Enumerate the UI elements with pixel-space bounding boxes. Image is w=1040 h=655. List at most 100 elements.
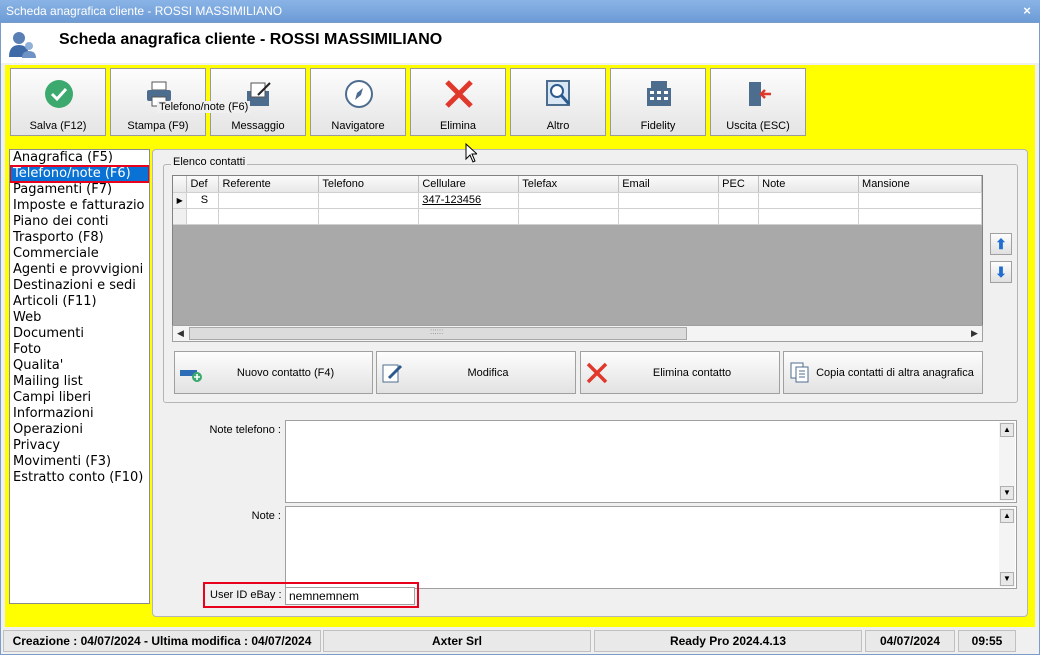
cell-note[interactable] bbox=[758, 192, 860, 209]
ebay-user-input[interactable] bbox=[285, 587, 415, 605]
nav-item-destinazioni[interactable]: Destinazioni e sedi bbox=[10, 278, 149, 294]
nav-item-informazioni[interactable]: Informazioni bbox=[10, 406, 149, 422]
print-label: Stampa (F9) bbox=[127, 120, 189, 132]
nav-item-mailing[interactable]: Mailing list bbox=[10, 374, 149, 390]
edit-contact-label: Modifica bbox=[467, 367, 509, 379]
note-telefono-label: Note telefono : bbox=[209, 424, 281, 436]
cell-def[interactable]: S bbox=[186, 192, 220, 209]
scroll-left-icon[interactable]: ◀ bbox=[173, 326, 188, 341]
nav-item-telefono[interactable]: Telefono/note (F6) bbox=[10, 165, 149, 183]
nav-item-piano-conti[interactable]: Piano dei conti bbox=[10, 214, 149, 230]
exit-label: Uscita (ESC) bbox=[726, 120, 790, 132]
col-email[interactable]: Email bbox=[618, 176, 720, 193]
mouse-cursor-icon bbox=[465, 143, 477, 163]
note-label: Note : bbox=[251, 510, 281, 522]
col-cellulare[interactable]: Cellulare bbox=[418, 176, 520, 193]
new-contact-button[interactable]: Nuovo contatto (F4) bbox=[174, 351, 373, 394]
col-pec[interactable]: PEC bbox=[718, 176, 760, 193]
nav-item-commerciale[interactable]: Commerciale bbox=[10, 246, 149, 262]
status-date: 04/07/2024 bbox=[865, 630, 955, 652]
scroll-thumb[interactable]: :::::: bbox=[189, 327, 687, 340]
edit-icon bbox=[382, 364, 403, 383]
note-telefono-field[interactable]: ▲ ▼ bbox=[285, 420, 1017, 503]
move-up-button[interactable]: ⬆ bbox=[990, 233, 1012, 255]
telefono-panel: Def Referente Telefono Cellulare Telefax… bbox=[152, 149, 1028, 617]
nav-item-foto[interactable]: Foto bbox=[10, 342, 149, 358]
nav-item-pagamenti[interactable]: Pagamenti (F7) bbox=[10, 182, 149, 198]
delete-button[interactable]: Elimina bbox=[410, 68, 506, 136]
status-created: Creazione : 04/07/2024 - Ultima modifica… bbox=[3, 630, 321, 652]
cell-telefax[interactable] bbox=[518, 192, 620, 209]
note-field[interactable]: ▲ ▼ bbox=[285, 506, 1017, 589]
close-icon[interactable]: × bbox=[1020, 3, 1034, 18]
status-company: Axter Srl bbox=[323, 630, 591, 652]
move-down-button[interactable]: ⬇ bbox=[990, 261, 1012, 283]
delete-contact-label: Elimina contatto bbox=[652, 367, 732, 379]
main-frame: Scheda anagrafica cliente - ROSSI MASSIM… bbox=[0, 22, 1040, 655]
col-telefax[interactable]: Telefax bbox=[518, 176, 620, 193]
nav-item-documenti[interactable]: Documenti bbox=[10, 326, 149, 342]
cell-telefono[interactable] bbox=[318, 192, 420, 209]
contacts-grid[interactable]: Def Referente Telefono Cellulare Telefax… bbox=[172, 175, 983, 341]
header: Scheda anagrafica cliente - ROSSI MASSIM… bbox=[1, 23, 1039, 63]
status-product: Ready Pro 2024.4.13 bbox=[594, 630, 862, 652]
cell-mansione[interactable] bbox=[858, 192, 982, 209]
scroll-up-icon[interactable]: ▲ bbox=[1000, 423, 1014, 437]
nav-item-anagrafica[interactable]: Anagrafica (F5) bbox=[10, 150, 149, 166]
nav-item-imposte[interactable]: Imposte e fatturazio bbox=[10, 198, 149, 214]
fidelity-button[interactable]: Fidelity bbox=[610, 68, 706, 136]
window-titlebar: Scheda anagrafica cliente - ROSSI MASSIM… bbox=[0, 0, 1040, 22]
nav-item-operazioni[interactable]: Operazioni bbox=[10, 422, 149, 438]
nav-item-agenti[interactable]: Agenti e provvigioni bbox=[10, 262, 149, 278]
exit-button[interactable]: Uscita (ESC) bbox=[710, 68, 806, 136]
nav-item-qualita[interactable]: Qualita' bbox=[10, 358, 149, 374]
cell-cellulare[interactable]: 347-123456 bbox=[418, 192, 520, 209]
scroll-up-icon[interactable]: ▲ bbox=[1000, 509, 1014, 523]
arrow-up-icon: ⬆ bbox=[995, 236, 1007, 252]
arrow-down-icon: ⬇ bbox=[995, 264, 1007, 280]
message-label: Messaggio bbox=[231, 120, 285, 132]
scroll-right-icon[interactable]: ▶ bbox=[967, 326, 982, 341]
col-def[interactable]: Def bbox=[186, 176, 220, 193]
nav-item-trasporto[interactable]: Trasporto (F8) bbox=[10, 230, 149, 246]
cell-referente[interactable] bbox=[218, 192, 320, 209]
table-row-new[interactable] bbox=[173, 208, 982, 225]
page-title: Scheda anagrafica cliente - ROSSI MASSIM… bbox=[59, 31, 443, 48]
nav-item-web[interactable]: Web bbox=[10, 310, 149, 326]
grid-hscrollbar[interactable]: ◀ :::::: ▶ bbox=[172, 325, 983, 342]
row-indicator-icon: ▶ bbox=[173, 192, 188, 209]
table-row[interactable]: ▶ S 347-123456 bbox=[173, 192, 982, 209]
delete-icon bbox=[445, 80, 473, 108]
delete-contact-button[interactable]: Elimina contatto bbox=[580, 351, 780, 394]
nav-item-campi-liberi[interactable]: Campi liberi bbox=[10, 390, 149, 406]
save-button[interactable]: Salva (F12) bbox=[10, 68, 106, 136]
col-referente[interactable]: Referente bbox=[218, 176, 320, 193]
note-telefono-scrollbar[interactable]: ▲ ▼ bbox=[999, 422, 1015, 501]
delete-label: Elimina bbox=[439, 120, 477, 132]
cell-pec[interactable] bbox=[718, 192, 760, 209]
compass-icon bbox=[345, 80, 373, 108]
new-contact-label: Nuovo contatto (F4) bbox=[236, 367, 335, 379]
navigator-label: Navigatore bbox=[331, 120, 385, 132]
more-button[interactable]: Altro bbox=[510, 68, 606, 136]
nav-item-articoli[interactable]: Articoli (F11) bbox=[10, 294, 149, 310]
register-icon bbox=[647, 81, 671, 106]
contacts-group: Def Referente Telefono Cellulare Telefax… bbox=[163, 164, 1018, 403]
status-time: 09:55 bbox=[958, 630, 1016, 652]
col-mansione[interactable]: Mansione bbox=[858, 176, 982, 193]
section-nav: Anagrafica (F5) Telefono/note (F6) Pagam… bbox=[9, 149, 150, 604]
scroll-down-icon[interactable]: ▼ bbox=[1000, 572, 1014, 586]
col-telefono[interactable]: Telefono bbox=[318, 176, 420, 193]
nav-item-privacy[interactable]: Privacy bbox=[10, 438, 149, 454]
copy-contacts-button[interactable]: Copia contatti di altra anagrafica bbox=[783, 351, 983, 394]
navigator-button[interactable]: Navigatore bbox=[310, 68, 406, 136]
col-note[interactable]: Note bbox=[758, 176, 860, 193]
scroll-down-icon[interactable]: ▼ bbox=[1000, 486, 1014, 500]
note-scrollbar[interactable]: ▲ ▼ bbox=[999, 508, 1015, 587]
edit-contact-button[interactable]: Modifica bbox=[376, 351, 576, 394]
copy-contacts-label: Copia contatti di altra anagrafica bbox=[816, 367, 974, 379]
nav-item-movimenti[interactable]: Movimenti (F3) bbox=[10, 454, 149, 470]
cell-email[interactable] bbox=[618, 192, 720, 209]
customer-icon bbox=[9, 32, 36, 58]
nav-item-estratto-conto[interactable]: Estratto conto (F10) bbox=[10, 470, 149, 486]
